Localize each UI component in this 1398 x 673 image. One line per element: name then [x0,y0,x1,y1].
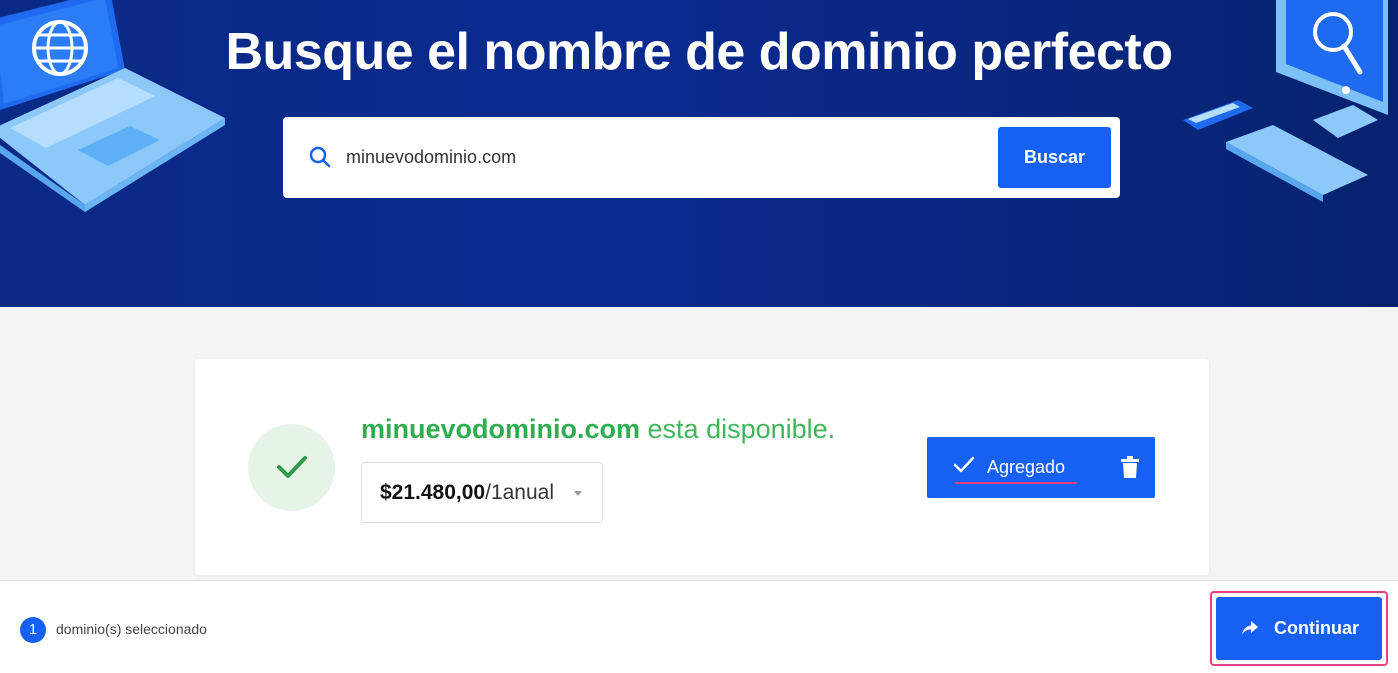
search-icon [309,146,331,168]
price-display: $21.480,00/1anual [380,481,554,505]
available-status-indicator [248,424,335,511]
selected-count-label: dominio(s) seleccionado [56,621,207,637]
availability-message: minuevodominio.com esta disponible. [361,414,835,445]
added-to-cart-button[interactable]: Agregado [927,437,1099,498]
search-button[interactable]: Buscar [998,127,1111,188]
selected-count-badge: 1 [20,617,46,643]
price-period-select[interactable]: $21.480,00/1anual [361,462,603,523]
caret-down-icon [574,491,582,496]
availability-status-text: esta disponible. [640,414,836,444]
page-title: Busque el nombre de dominio perfecto [225,23,1174,81]
cart-action-group: Agregado [927,437,1155,498]
result-domain-name: minuevodominio.com [361,414,641,444]
share-arrow-icon [1242,621,1258,635]
remove-domain-button[interactable] [1105,437,1155,498]
continue-button[interactable]: Continuar [1216,597,1382,660]
check-icon [277,456,307,478]
domain-search-bar: Buscar [283,117,1120,198]
highlight-underline [955,482,1077,484]
domain-search-input[interactable] [346,137,986,177]
hero-banner: Busque el nombre de dominio perfecto Bus… [0,0,1398,307]
trash-icon [1121,456,1139,478]
domain-result-card: minuevodominio.com esta disponible. $21.… [195,359,1209,575]
price-amount: $21.480,00 [380,481,486,504]
price-period: /1anual [485,481,555,504]
added-label: Agregado [987,457,1066,477]
selection-footer: 1 dominio(s) seleccionado Continuar [0,580,1398,673]
continue-label: Continuar [1274,618,1359,638]
check-icon [953,456,975,473]
